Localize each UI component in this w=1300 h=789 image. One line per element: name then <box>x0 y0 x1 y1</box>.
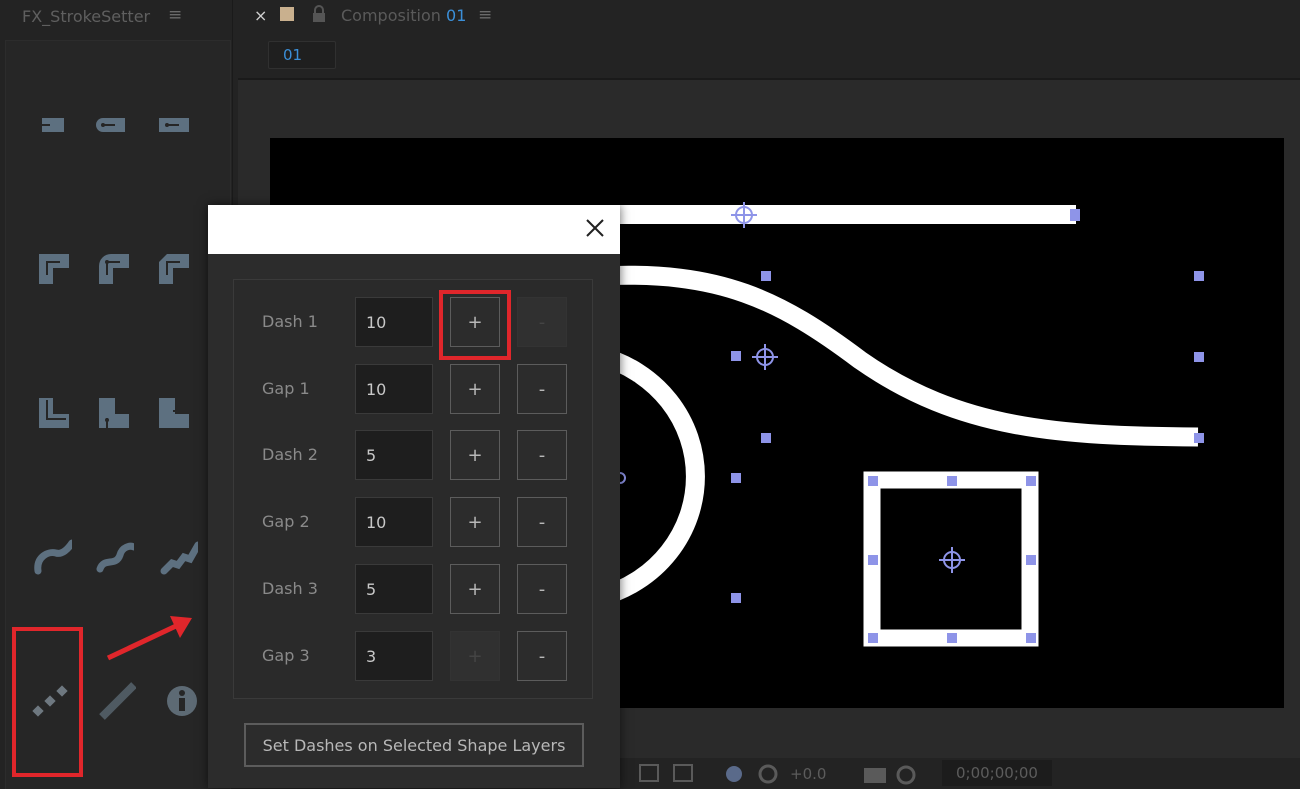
close-tab-icon[interactable]: × <box>254 6 267 25</box>
gap-2-input[interactable]: 10 <box>355 497 433 547</box>
composition-name: 01 <box>446 6 467 25</box>
channel-icon <box>726 766 742 782</box>
panel-title: FX_StrokeSetter <box>22 7 151 26</box>
exposure-readout[interactable]: +0.0 <box>790 765 826 783</box>
snapshot-icons <box>864 765 916 785</box>
dash-settings-dialog: Dash 1 10 + - Gap 1 10 + - Dash 2 5 + - Gap 2 10 + - Das… <box>208 205 620 788</box>
info-icon[interactable] <box>162 681 202 721</box>
dash-3-label: Dash 3 <box>262 579 318 598</box>
join-bevel-icon[interactable] <box>154 249 194 289</box>
dash-2-plus-button[interactable]: + <box>450 430 500 480</box>
dashes-tool-highlight <box>12 627 83 777</box>
show-snapshot-icon <box>896 765 916 785</box>
gap-3-plus-button[interactable]: + <box>450 631 500 681</box>
composition-tab-title[interactable]: Composition 01 <box>341 6 466 25</box>
corner-a-icon[interactable] <box>34 393 74 433</box>
timecode-display[interactable]: 0;00;00;00 <box>942 760 1052 786</box>
region-of-interest-icon <box>639 764 659 782</box>
composition-breadcrumb-tab[interactable]: 01 <box>268 41 336 69</box>
dash-1-label: Dash 1 <box>262 312 318 331</box>
close-icon[interactable] <box>580 213 610 243</box>
composition-label: Composition <box>341 6 441 25</box>
gap-2-label: Gap 2 <box>262 512 310 531</box>
gap-1-label: Gap 1 <box>262 379 310 398</box>
transparency-grid-icon <box>673 764 693 782</box>
dash-1-input[interactable]: 10 <box>355 297 433 347</box>
gap-1-minus-button[interactable]: - <box>517 364 567 414</box>
hamburger-icon[interactable]: ≡ <box>478 5 492 25</box>
taper-a-icon[interactable] <box>32 537 72 577</box>
taper-b-icon[interactable] <box>94 537 134 577</box>
gap-3-minus-button[interactable]: - <box>517 631 567 681</box>
gap-3-label: Gap 3 <box>262 646 310 665</box>
dash-2-label: Dash 2 <box>262 445 318 464</box>
corner-c-icon[interactable] <box>154 393 194 433</box>
dash-2-minus-button[interactable]: - <box>517 430 567 480</box>
panel-tab[interactable]: FX_StrokeSetter ≡ <box>0 0 232 34</box>
gap-1-plus-button[interactable]: + <box>450 364 500 414</box>
plus-button-highlight <box>439 290 511 360</box>
pointer-arrow-icon <box>106 616 192 661</box>
viewer-toolbar-icons <box>639 764 778 784</box>
lock-icon[interactable] <box>312 5 326 23</box>
join-round-icon[interactable] <box>94 249 134 289</box>
camera-icon <box>864 768 886 783</box>
gap-3-input[interactable]: 3 <box>355 631 433 681</box>
gap-1-input[interactable]: 10 <box>355 364 433 414</box>
gap-2-plus-button[interactable]: + <box>450 497 500 547</box>
dash-3-minus-button[interactable]: - <box>517 564 567 614</box>
cap-butt-icon[interactable] <box>34 105 74 145</box>
dash-1-minus-button[interactable]: - <box>517 297 567 347</box>
wiggle-icon[interactable] <box>158 537 198 577</box>
set-dashes-button[interactable]: Set Dashes on Selected Shape Layers <box>244 723 584 767</box>
gap-2-minus-button[interactable]: - <box>517 497 567 547</box>
corner-b-icon[interactable] <box>94 393 134 433</box>
cap-square-icon[interactable] <box>154 105 194 145</box>
dash-2-input[interactable]: 5 <box>355 430 433 480</box>
dash-3-input[interactable]: 5 <box>355 564 433 614</box>
solid-line-icon[interactable] <box>96 681 136 721</box>
hamburger-icon[interactable]: ≡ <box>168 5 182 25</box>
dash-3-plus-button[interactable]: + <box>450 564 500 614</box>
exposure-icon <box>758 764 778 784</box>
dialog-titlebar[interactable] <box>208 205 620 254</box>
label-color-swatch[interactable] <box>280 7 294 21</box>
join-miter-icon[interactable] <box>34 249 74 289</box>
cap-round-icon[interactable] <box>90 105 130 145</box>
